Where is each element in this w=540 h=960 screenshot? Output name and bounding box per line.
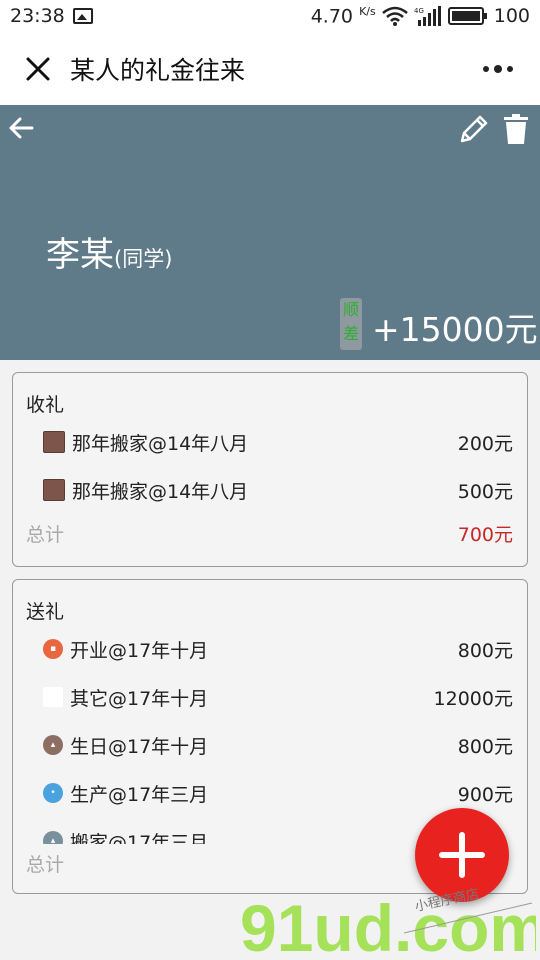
- page-title: 某人的礼金往来: [70, 55, 246, 85]
- received-gifts-card: 收礼 那年搬家@14年八月 200元 那年搬家@14年八月 500元 总计 70…: [12, 372, 528, 567]
- battery-icon: [447, 6, 487, 25]
- childbirth-icon: •: [43, 783, 63, 803]
- network-speed: 4.70 K/s: [310, 4, 376, 28]
- item-amount: 800元: [457, 735, 513, 758]
- status-time: 23:38: [10, 5, 65, 27]
- given-list-viewport[interactable]: ▪ 开业@17年十月 800元 其它@17年十月 12000元 ▴ 生日@17年…: [13, 580, 527, 844]
- item-amount: 12000元: [433, 687, 513, 710]
- opening-icon: ▪: [43, 639, 63, 659]
- balance-type-badge: 顺差: [340, 298, 362, 350]
- arrow-left-icon: [9, 117, 34, 139]
- birthday-icon: ▴: [43, 735, 63, 755]
- item-amount: 800元: [457, 639, 513, 662]
- edit-button[interactable]: [456, 113, 490, 147]
- item-amount: 900元: [457, 783, 513, 806]
- back-button[interactable]: [6, 113, 36, 143]
- more-button[interactable]: [476, 51, 520, 87]
- trash-icon: [504, 114, 528, 144]
- watermark-text: 91ud.com: [240, 891, 536, 960]
- signal-type: 4G: [414, 7, 424, 15]
- battery-level: 100: [493, 4, 530, 27]
- person-header: 李某(同学) 顺差 +15000元: [0, 105, 540, 360]
- delete-button[interactable]: [502, 113, 530, 145]
- item-name: 生产@17年三月: [70, 783, 209, 806]
- more-dot-icon: [494, 64, 502, 73]
- moving-square-icon: [43, 479, 65, 501]
- item-amount: 200元: [457, 432, 513, 455]
- list-item[interactable]: 其它@17年十月 12000元: [43, 682, 513, 712]
- moving-square-icon: [43, 431, 65, 453]
- list-item[interactable]: ▴ 生日@17年十月 800元: [43, 730, 513, 760]
- close-button[interactable]: [20, 51, 56, 87]
- more-dot-icon: [483, 65, 489, 72]
- person-relation: (同学): [114, 247, 173, 271]
- watermark-logo: 91ud.com 小程序商店: [240, 887, 536, 960]
- list-item[interactable]: 那年搬家@14年八月 200元: [43, 427, 513, 457]
- pencil-icon: [460, 115, 488, 143]
- list-item[interactable]: ▪ 开业@17年十月 800元: [43, 634, 513, 664]
- list-item[interactable]: 那年搬家@14年八月 500元: [43, 475, 513, 505]
- screenshot-notification-icon: [72, 8, 93, 24]
- total-value: 700元: [457, 524, 513, 546]
- title-bar: 某人的礼金往来: [0, 32, 540, 105]
- close-icon: [26, 57, 50, 80]
- item-name: 那年搬家@14年八月: [72, 432, 249, 455]
- status-bar: 23:38 4.70 K/s 4G 100: [0, 0, 540, 32]
- item-name: 其它@17年十月: [70, 687, 209, 710]
- person-name: 李某(同学): [46, 227, 172, 276]
- other-icon: [43, 687, 63, 707]
- person-name-text: 李某: [46, 235, 114, 275]
- received-title: 收礼: [26, 394, 65, 416]
- total-label: 总计: [26, 524, 65, 546]
- item-name: 那年搬家@14年八月: [72, 480, 249, 503]
- network-speed-unit: K/s: [359, 4, 376, 18]
- wifi-icon: [381, 6, 408, 26]
- list-item[interactable]: • 生产@17年三月 900元: [43, 778, 513, 808]
- more-dot-icon: [507, 65, 513, 72]
- signal-icon: 4G: [414, 5, 441, 26]
- item-name: 生日@17年十月: [70, 735, 209, 758]
- plus-icon: [439, 832, 485, 878]
- balance-amount: +15000元: [372, 310, 538, 349]
- item-amount: 500元: [457, 480, 513, 503]
- item-name: 开业@17年十月: [70, 639, 209, 662]
- received-total: 总计 700元: [26, 520, 513, 547]
- moving-icon: ▴: [43, 831, 63, 844]
